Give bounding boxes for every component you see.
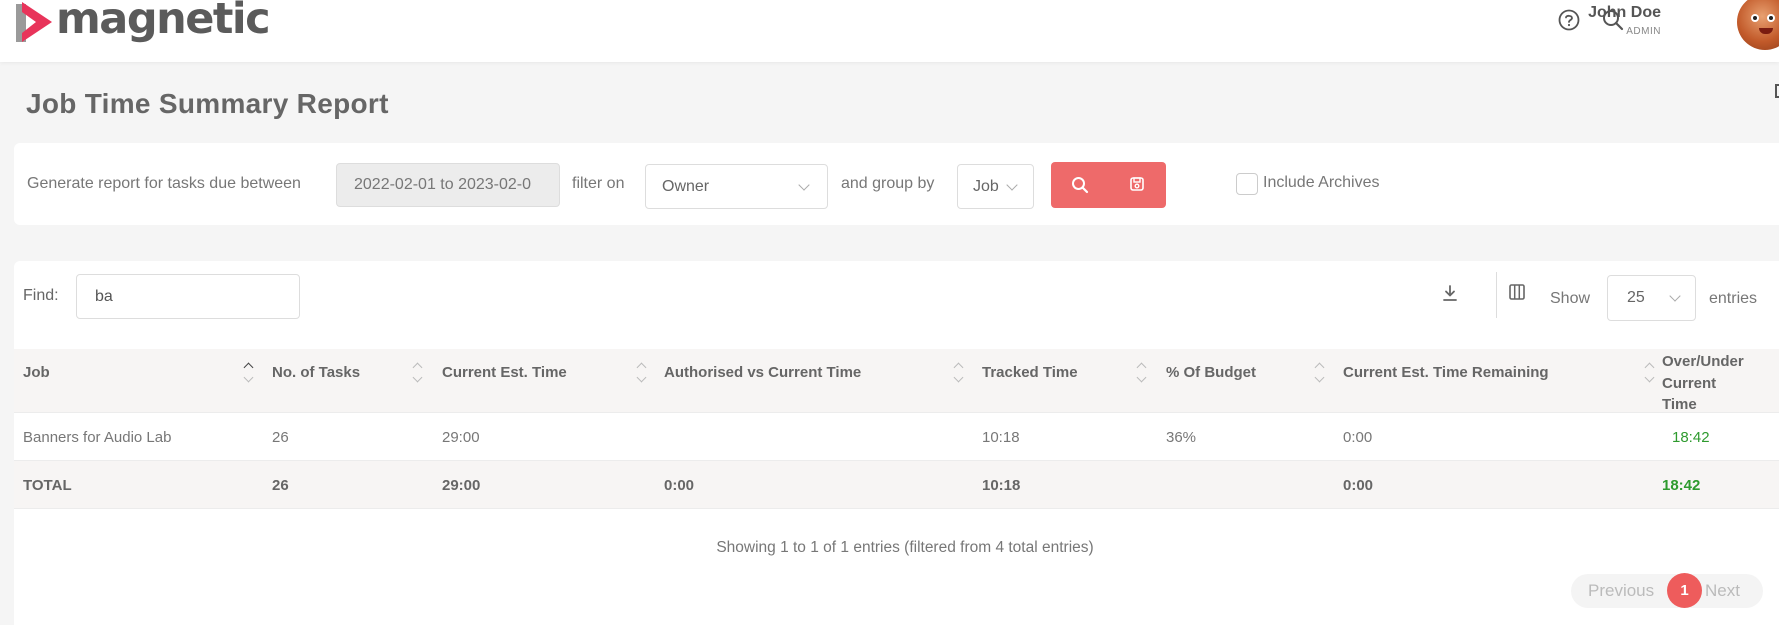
user-role: ADMIN (1626, 26, 1661, 37)
column-header-remaining[interactable]: Current Est. Time Remaining (1343, 364, 1549, 381)
cell-tasks: 26 (272, 429, 289, 446)
table-header (14, 349, 1779, 413)
page-title: Job Time Summary Report (26, 88, 389, 119)
cell-over-under: 18:42 (1672, 429, 1710, 446)
total-over-under: 18:42 (1662, 477, 1701, 494)
download-icon[interactable] (1442, 284, 1458, 302)
columns-icon[interactable] (1509, 284, 1525, 300)
cell-est-time: 29:00 (442, 429, 480, 446)
total-label: TOTAL (23, 477, 72, 494)
report-actions (1051, 162, 1166, 208)
show-label: Show (1550, 290, 1591, 307)
include-archives-label[interactable]: Include Archives (1263, 174, 1380, 192)
search-icon (1072, 177, 1089, 194)
total-tracked: 10:18 (982, 477, 1021, 494)
run-report-button[interactable] (1051, 162, 1108, 208)
sort-icon[interactable] (1644, 361, 1654, 385)
save-icon (1130, 177, 1144, 191)
column-header-budget[interactable]: % Of Budget (1166, 364, 1256, 381)
date-range-input[interactable]: 2022-02-01 to 2023-02-0 (336, 163, 560, 207)
save-report-button[interactable] (1109, 162, 1166, 208)
page-size-value: 25 (1627, 289, 1645, 306)
page-size-select[interactable]: 25 (1607, 275, 1696, 321)
user-name: John Doe (1588, 4, 1661, 21)
help-icon[interactable] (1558, 9, 1580, 31)
filter-on-value: Owner (662, 178, 710, 195)
next-page-button[interactable]: Next (1705, 581, 1740, 601)
table-total-row: TOTAL 26 29:00 0:00 10:18 0:00 18:42 (14, 461, 1779, 509)
group-by-label: and group by (841, 175, 935, 192)
find-input[interactable]: ba (76, 274, 300, 319)
chevron-down-icon (798, 179, 810, 191)
table-row[interactable]: Banners for Audio Lab 26 29:00 10:18 36%… (14, 413, 1779, 461)
group-by-select[interactable]: Job (957, 164, 1034, 209)
include-archives-checkbox[interactable] (1236, 173, 1258, 195)
user-menu[interactable]: John Doe ADMIN (1588, 4, 1661, 37)
sort-icon[interactable] (1314, 361, 1324, 385)
column-header-est-time[interactable]: Current Est. Time (442, 364, 567, 381)
avatar[interactable] (1737, 0, 1779, 50)
sort-icon[interactable] (636, 361, 646, 385)
panel-toggle-icon[interactable] (1775, 84, 1779, 98)
total-tasks: 26 (272, 477, 289, 494)
cell-budget: 36% (1166, 429, 1197, 446)
cell-tracked: 10:18 (982, 429, 1020, 446)
total-authorised: 0:00 (664, 477, 695, 494)
page-1-button[interactable]: 1 (1667, 573, 1702, 608)
brand-logo-mark (14, 0, 54, 46)
sort-icon[interactable] (243, 361, 253, 385)
top-bar: magnetic John Doe ADMIN (0, 0, 1779, 62)
total-remaining: 0:00 (1343, 477, 1374, 494)
column-header-over-under[interactable]: Over/Under Current Time (1662, 351, 1744, 416)
column-header-job[interactable]: Job (23, 364, 50, 381)
brand-name: magnetic (56, 0, 271, 44)
previous-page-button[interactable]: Previous (1588, 581, 1654, 601)
chevron-down-icon (1006, 179, 1018, 191)
sort-icon[interactable] (1136, 361, 1146, 385)
brand-logo[interactable]: magnetic (14, 0, 271, 46)
toolbar-divider (1496, 272, 1497, 318)
sort-icon[interactable] (412, 361, 422, 385)
column-header-tracked[interactable]: Tracked Time (982, 364, 1078, 381)
filter-on-select[interactable]: Owner (645, 164, 828, 209)
cell-remaining: 0:00 (1343, 429, 1373, 446)
total-est-time: 29:00 (442, 477, 481, 494)
due-between-label: Generate report for tasks due between (27, 175, 301, 192)
table-info: Showing 1 to 1 of 1 entries (filtered fr… (716, 539, 1094, 556)
chevron-down-icon (1669, 290, 1681, 302)
cell-job: Banners for Audio Lab (23, 429, 172, 446)
column-header-authorised[interactable]: Authorised vs Current Time (664, 364, 861, 381)
group-by-value: Job (973, 178, 999, 195)
sort-icon[interactable] (953, 361, 963, 385)
find-label: Find: (23, 287, 59, 304)
column-header-tasks[interactable]: No. of Tasks (272, 364, 360, 381)
filter-on-label: filter on (572, 175, 625, 192)
entries-label: entries (1709, 290, 1758, 307)
